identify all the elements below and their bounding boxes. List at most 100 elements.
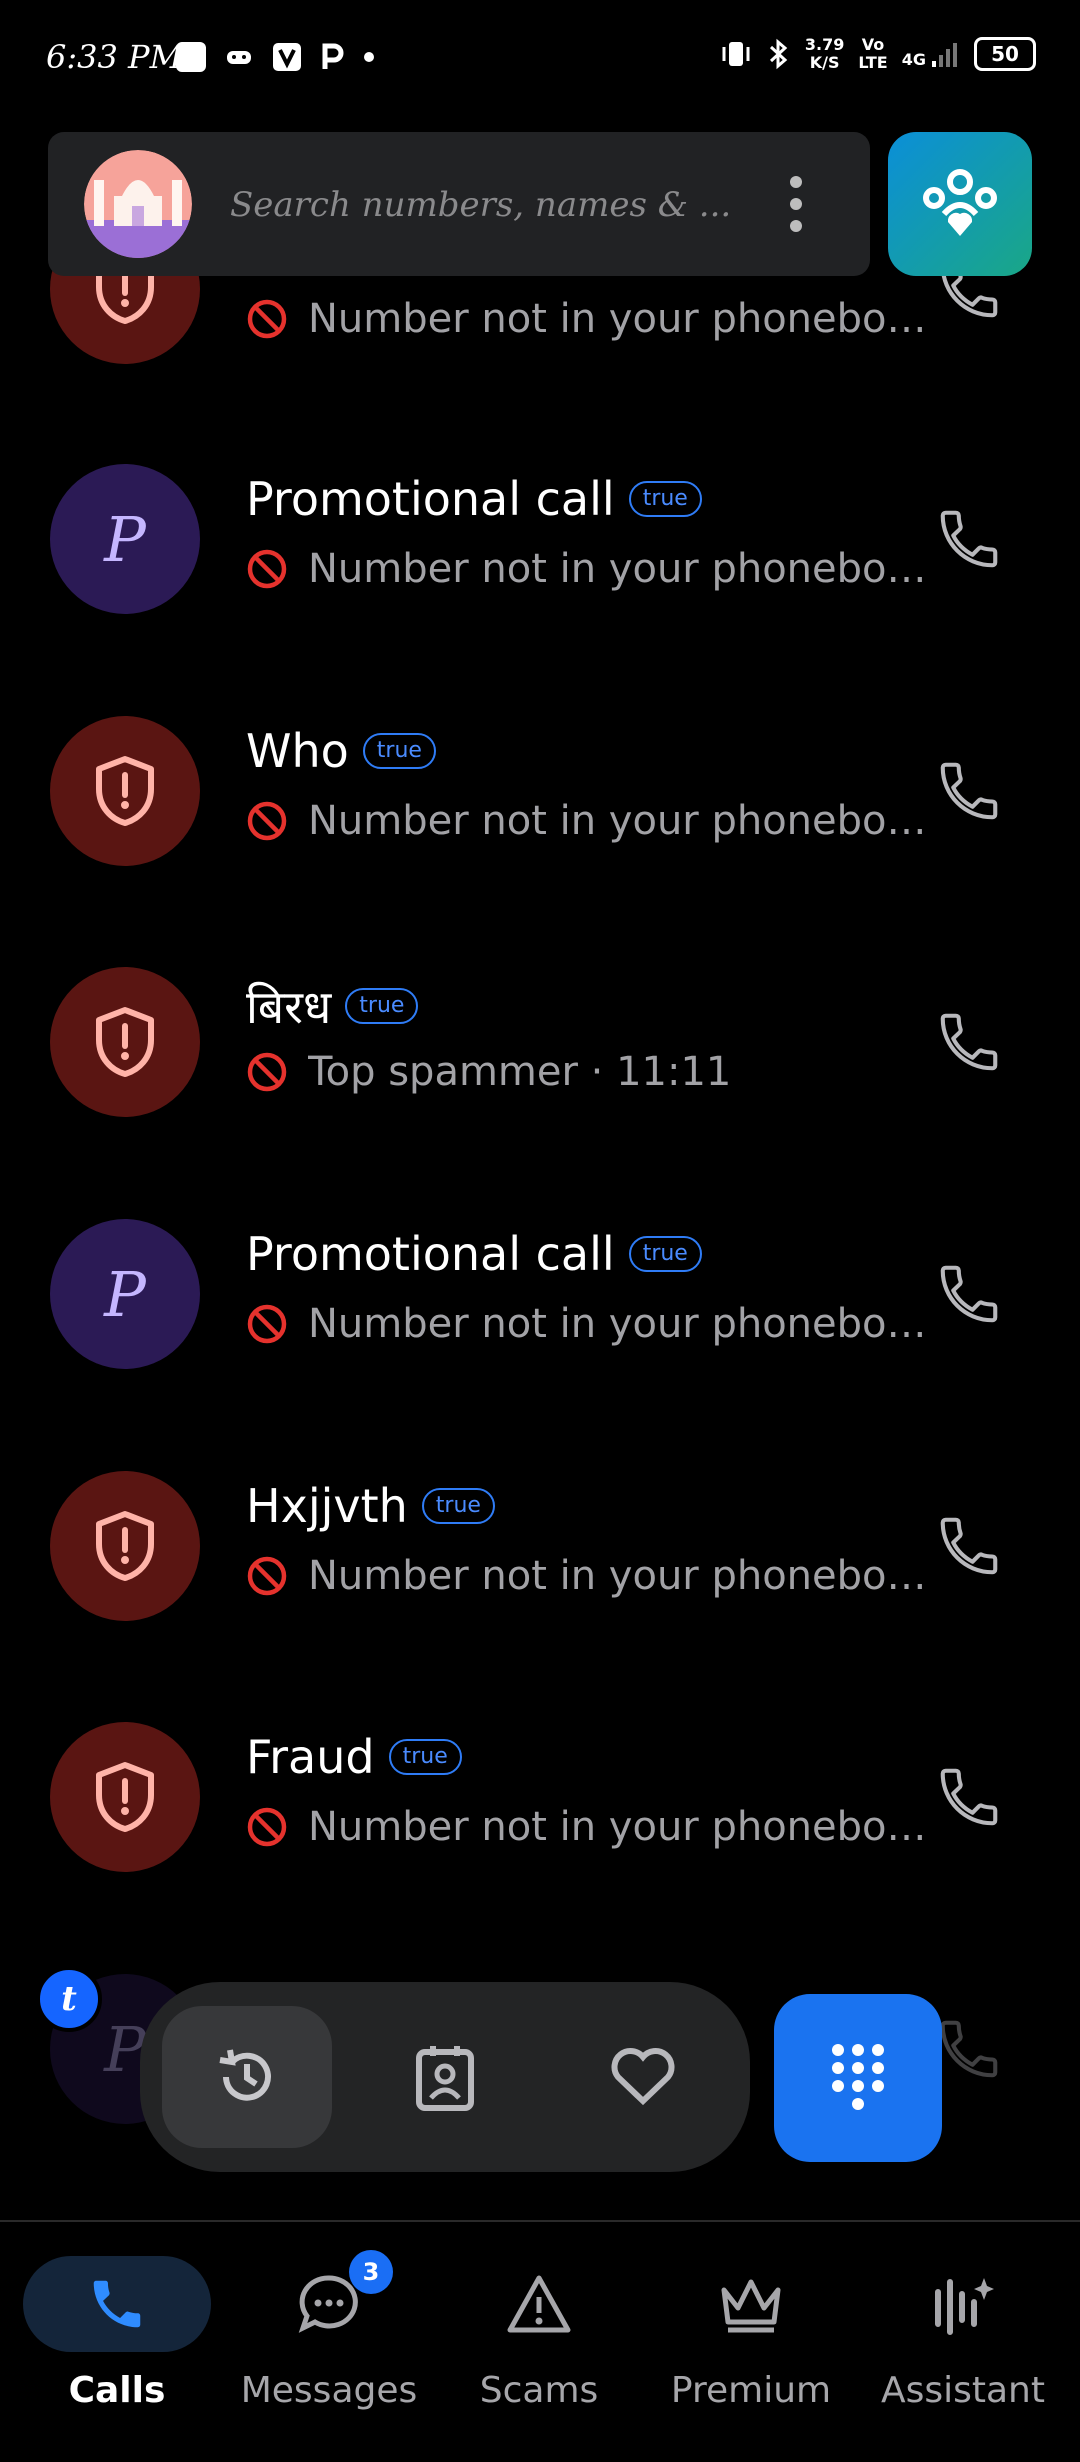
nav-premium-pill <box>657 2256 845 2352</box>
favorites-icon <box>611 2048 675 2106</box>
call-back-button[interactable] <box>930 1003 1008 1081</box>
call-subtitle: Number not in your phonebook <box>308 1553 928 1599</box>
blocked-icon <box>247 1052 287 1092</box>
blocked-icon <box>247 549 287 589</box>
nav-premium[interactable]: Premium <box>646 2256 856 2411</box>
segment-contacts[interactable] <box>360 2006 530 2148</box>
phone-icon <box>940 1517 998 1575</box>
family-icon <box>923 169 997 236</box>
profile-avatar[interactable] <box>84 150 192 258</box>
shield-alert-icon <box>96 1762 154 1832</box>
spam-avatar[interactable] <box>50 967 200 1117</box>
call-name-line: बिरध true <box>246 975 419 1037</box>
call-subtitle: Number not in your phonebook <box>308 296 928 342</box>
nav-calls-pill <box>23 2256 211 2352</box>
call-name-line: Who true <box>246 724 436 778</box>
nav-calls[interactable]: Calls <box>12 2256 222 2411</box>
avatar-initial: P <box>104 502 146 576</box>
app-badge: t <box>36 1966 102 2032</box>
verified-badge: true <box>421 1488 495 1524</box>
call-subtitle: Number not in your phonebook <box>308 1804 928 1850</box>
contact-avatar[interactable]: P <box>50 1219 200 1369</box>
call-name-line: Promotional call true <box>246 1227 702 1281</box>
phone-icon <box>940 1265 998 1323</box>
caller-name: बिरध <box>246 980 332 1034</box>
bottom-navigation: Calls 3 Messages Scams Premium Assistant <box>0 2220 1080 2462</box>
more-options-icon[interactable] <box>784 176 808 232</box>
call-name-line: Fraud true <box>246 1730 462 1784</box>
caller-name: Promotional call <box>246 1227 615 1281</box>
call-row[interactable]: Who true Number not in your phonebook <box>0 642 1080 894</box>
call-row[interactable]: P Promotional call true Number not in your … <box>0 390 1080 642</box>
blocked-icon <box>247 299 287 339</box>
call-back-button[interactable] <box>930 1507 1008 1585</box>
call-subtitle-line: Number not in your phonebook <box>246 1301 928 1347</box>
blocked-icon <box>247 1556 287 1596</box>
call-back-button[interactable] <box>930 752 1008 830</box>
verified-badge: true <box>362 733 436 769</box>
verified-badge: true <box>388 1739 462 1775</box>
call-subtitle: Number not in your phonebook <box>308 1301 928 1347</box>
call-subtitle: Top spammer · 11:11 <box>308 1049 732 1095</box>
call-subtitle-line: Number not in your phonebook <box>246 296 928 342</box>
contact-avatar[interactable]: P <box>50 464 200 614</box>
blocked-icon <box>247 1807 287 1847</box>
warning-icon <box>507 2275 571 2333</box>
contacts-icon <box>416 2046 474 2111</box>
call-log-list[interactable]: Number not in your phonebook P Promotional… <box>0 0 1080 2220</box>
spam-avatar[interactable] <box>50 1471 200 1621</box>
verified-badge: true <box>345 988 419 1024</box>
dialpad-button[interactable] <box>774 1994 942 2162</box>
search-bar[interactable] <box>48 132 870 276</box>
avatar-initial: P <box>104 1257 146 1331</box>
spam-avatar[interactable] <box>50 716 200 866</box>
call-subtitle: Number not in your phonebook <box>308 798 928 844</box>
call-row[interactable]: Fraud true Number not in your phonebook <box>0 1648 1080 1900</box>
call-subtitle-line: Top spammer · 11:11 <box>246 1049 731 1095</box>
phone-icon <box>940 510 998 568</box>
call-subtitle-line: Number not in your phonebook <box>246 546 928 592</box>
nav-messages[interactable]: 3 Messages <box>224 2250 434 2411</box>
spam-avatar[interactable] <box>50 1722 200 1872</box>
phone-icon <box>940 762 998 820</box>
segment-favorites[interactable] <box>558 2006 728 2148</box>
nav-messages-label: Messages <box>240 2370 418 2411</box>
caller-name: Who <box>246 724 349 778</box>
caller-name: Fraud <box>246 1730 375 1784</box>
caller-name: Hxjjvth <box>246 1479 408 1533</box>
shield-alert-icon <box>96 756 154 826</box>
call-back-button[interactable] <box>930 500 1008 578</box>
nav-premium-label: Premium <box>670 2370 832 2411</box>
call-row[interactable]: P Promotional call true Number not in your … <box>0 1145 1080 1397</box>
call-name-line: Promotional call true <box>246 472 702 526</box>
shield-alert-icon <box>96 1511 154 1581</box>
nav-scams-pill <box>445 2256 633 2352</box>
nav-scams-label: Scams <box>479 2370 599 2411</box>
call-segment-bar <box>140 1982 750 2172</box>
call-row[interactable]: Hxjjvth true Number not in your phonebook <box>0 1397 1080 1649</box>
call-subtitle-line: Number not in your phonebook <box>246 798 928 844</box>
nav-assistant-label: Assistant <box>880 2370 1045 2411</box>
blocked-icon <box>247 1304 287 1344</box>
nav-scams[interactable]: Scams <box>434 2256 644 2411</box>
family-protection-button[interactable] <box>888 132 1032 276</box>
assistant-icon <box>935 2278 994 2335</box>
blocked-icon <box>247 801 287 841</box>
verified-badge: true <box>628 1236 702 1272</box>
phone-icon <box>940 1768 998 1826</box>
verified-badge: true <box>628 481 702 517</box>
search-input[interactable] <box>228 182 772 228</box>
phone-icon <box>93 2280 141 2328</box>
call-row[interactable]: बिरध true Top spammer · 11:11 <box>0 893 1080 1145</box>
call-back-button[interactable] <box>930 1758 1008 1836</box>
nav-calls-label: Calls <box>68 2370 166 2411</box>
phone-icon <box>940 2020 998 2078</box>
call-back-button[interactable] <box>930 1255 1008 1333</box>
caller-name: Promotional call <box>246 472 615 526</box>
nav-assistant[interactable]: Assistant <box>858 2256 1068 2411</box>
dialpad-icon <box>832 2044 884 2110</box>
history-icon <box>219 2049 271 2101</box>
call-subtitle-line: Number not in your phonebook <box>246 1553 928 1599</box>
call-name-line: Hxjjvth true <box>246 1479 495 1533</box>
segment-history[interactable] <box>162 2006 332 2148</box>
